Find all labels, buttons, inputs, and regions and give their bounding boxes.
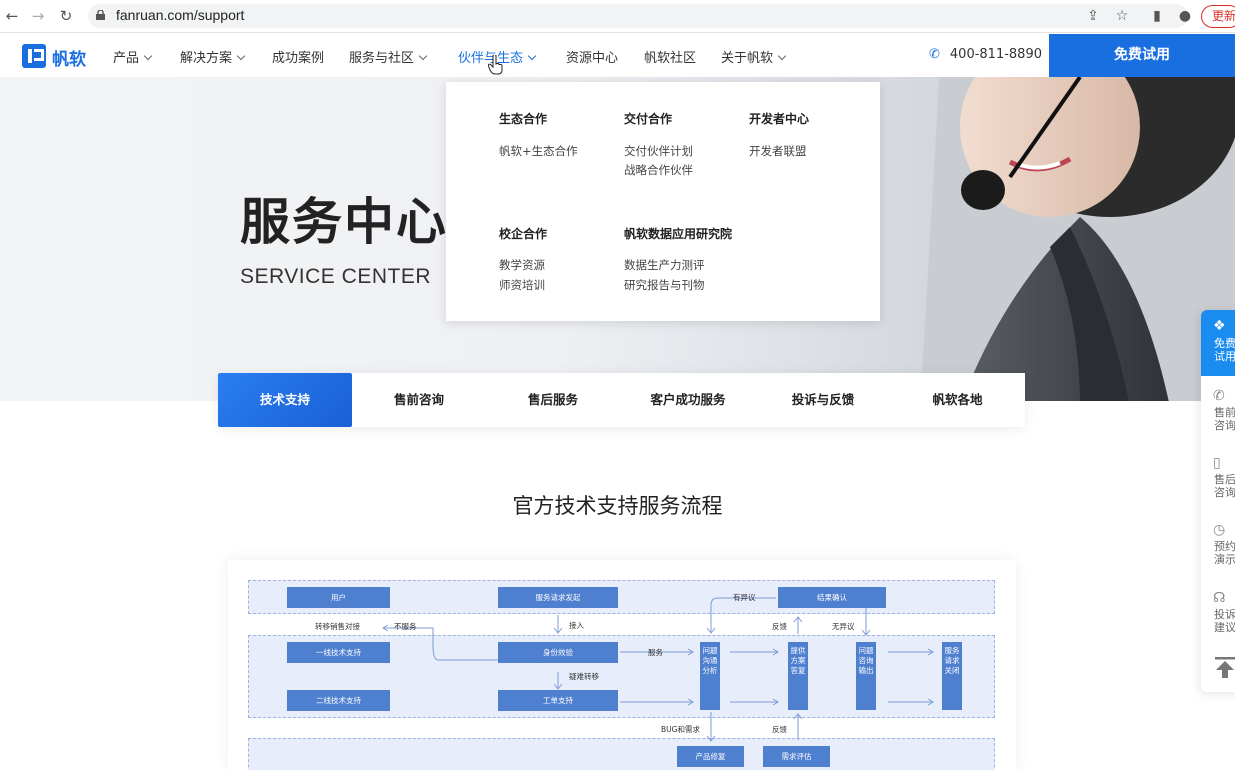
nav-item-service[interactable]: 服务与社区 <box>349 47 428 66</box>
flow-box-solution: 提供方案答复 <box>788 642 808 710</box>
flow-box-close: 服务请求关闭 <box>942 642 962 710</box>
tab-customer-success[interactable]: 客户成功服务 <box>620 373 756 427</box>
dropdown-link[interactable]: 帆软+生态合作 <box>499 143 578 159</box>
back-icon[interactable]: ← <box>2 6 22 26</box>
nav-item-cases[interactable]: 成功案例 <box>272 47 324 66</box>
dropdown-heading: 校企合作 <box>499 227 548 241</box>
dropdown-link[interactable]: 战略合作伙伴 <box>624 162 693 178</box>
flow-box-output: 问题咨询输出 <box>856 642 876 710</box>
dropdown-heading: 开发者中心 <box>749 112 810 126</box>
chevron-down-icon <box>777 51 787 61</box>
chevron-down-icon <box>527 51 537 61</box>
hero-subtitle: SERVICE CENTER <box>240 265 431 288</box>
support-flow-diagram: 用户 服务请求发起 结果确认 一线技术支持 身份效验 二线技术支持 工单支持 问… <box>228 560 1016 770</box>
mobile-icon: ▯ <box>1213 455 1221 471</box>
flow-box-tier1: 一线技术支持 <box>287 642 390 663</box>
flow-label: 反馈 <box>772 622 787 631</box>
flow-box-user: 用户 <box>287 587 390 608</box>
phone-number: ✆ 400-811-8890 <box>929 47 1042 62</box>
nav-item-product[interactable]: 产品 <box>113 47 153 66</box>
clock-icon: ◷ <box>1213 522 1226 538</box>
layers-icon: ❖ <box>1213 318 1226 334</box>
flow-label: 转移销售对接 <box>315 622 360 631</box>
nav-item-resources[interactable]: 资源中心 <box>566 47 618 66</box>
logo-icon <box>22 44 46 68</box>
reload-icon[interactable]: ↻ <box>56 6 76 26</box>
hero-person-image <box>920 77 1235 401</box>
address-bar[interactable]: fanruan.com/support <box>88 4 1188 28</box>
forward-icon[interactable]: → <box>28 6 48 26</box>
tab-tech-support[interactable]: 技术支持 <box>218 373 352 427</box>
float-demo[interactable]: ◷ 预约演示 <box>1201 522 1235 592</box>
flow-box-tier2: 二线技术支持 <box>287 690 390 711</box>
nav-item-solutions[interactable]: 解决方案 <box>180 47 246 66</box>
dropdown-link[interactable]: 师资培训 <box>499 277 545 293</box>
update-button[interactable]: 更新 <box>1201 5 1235 28</box>
tab-regions[interactable]: 帆软各地 <box>890 373 1025 427</box>
flow-box-request: 服务请求发起 <box>498 587 618 608</box>
chevron-down-icon <box>236 51 246 61</box>
nav-item-community[interactable]: 帆软社区 <box>644 47 696 66</box>
hand-cursor-icon <box>488 55 503 75</box>
flow-box-result: 结果确认 <box>778 587 886 608</box>
tab-presales[interactable]: 售前咨询 <box>352 373 486 427</box>
flow-box-ticket: 工单支持 <box>498 690 618 711</box>
tab-aftersales[interactable]: 售后服务 <box>486 373 620 427</box>
flow-label: 无异议 <box>832 622 855 631</box>
flow-label: 有异议 <box>733 593 756 602</box>
dropdown-link[interactable]: 数据生产力测评 <box>624 257 705 273</box>
flow-box-product: 产品修复 <box>677 746 744 767</box>
flow-label: BUG和需求 <box>661 725 700 734</box>
profile-icon[interactable]: ● <box>1176 7 1194 25</box>
float-presales[interactable]: ✆ 售前咨询 <box>1201 388 1235 458</box>
free-trial-button[interactable]: 免费试用 <box>1049 34 1235 77</box>
section-title: 官方技术支持服务流程 <box>512 494 723 518</box>
flow-label: 反馈 <box>772 725 787 734</box>
sidepanel-icon[interactable]: ▮ <box>1148 7 1166 25</box>
logo-text: 帆软 <box>52 50 86 70</box>
dropdown-heading: 交付合作 <box>624 112 673 126</box>
flow-label: 接入 <box>569 621 584 630</box>
tab-complaints[interactable]: 投诉与反馈 <box>756 373 890 427</box>
chevron-down-icon <box>418 51 428 61</box>
share-icon[interactable]: ⇪ <box>1084 7 1102 25</box>
flow-box-analyze: 问题沟通分析 <box>700 642 720 710</box>
phone-icon: ✆ <box>929 47 940 62</box>
service-tabs: 技术支持 售前咨询 售后服务 客户成功服务 投诉与反馈 帆软各地 <box>218 373 1025 427</box>
site-nav: 帆软 产品 解决方案 成功案例 服务与社区 伙伴与生态 资源中心 帆软社区 关于… <box>0 34 1235 77</box>
star-icon[interactable]: ☆ <box>1113 7 1131 25</box>
float-free-trial[interactable]: ❖ 免费试用 <box>1201 310 1235 376</box>
flow-box-identity: 身份效验 <box>498 642 618 663</box>
phone-icon: ✆ <box>1213 388 1225 404</box>
flow-label: 服务 <box>648 648 663 657</box>
lock-icon <box>96 10 105 20</box>
dropdown-link[interactable]: 交付伙伴计划 <box>624 143 693 159</box>
flow-label: 疑难转移 <box>569 672 599 681</box>
back-to-top-icon[interactable] <box>1213 656 1235 680</box>
browser-toolbar: ← → ↻ fanruan.com/support ⇪ ☆ ▮ ● 更新 <box>0 0 1235 33</box>
flow-label: 不服务 <box>394 622 417 631</box>
partners-dropdown-menu: 生态合作 帆软+生态合作 交付合作 交付伙伴计划 战略合作伙伴 开发者中心 开发… <box>446 82 880 321</box>
dropdown-link[interactable]: 教学资源 <box>499 257 545 273</box>
flow-box-demand: 需求评估 <box>763 746 830 767</box>
dropdown-link[interactable]: 研究报告与刊物 <box>624 277 705 293</box>
headset-icon: ☊ <box>1213 590 1226 606</box>
dropdown-heading: 帆软数据应用研究院 <box>624 227 733 241</box>
float-complaint[interactable]: ☊ 投诉建议 <box>1201 590 1235 660</box>
logo[interactable]: 帆软 <box>22 44 92 70</box>
nav-item-about[interactable]: 关于帆软 <box>721 47 787 66</box>
url-text: fanruan.com/support <box>116 7 245 23</box>
chevron-down-icon <box>143 51 153 61</box>
dropdown-link[interactable]: 开发者联盟 <box>749 143 807 159</box>
hero-title: 服务中心 <box>240 193 448 251</box>
dropdown-heading: 生态合作 <box>499 112 548 126</box>
